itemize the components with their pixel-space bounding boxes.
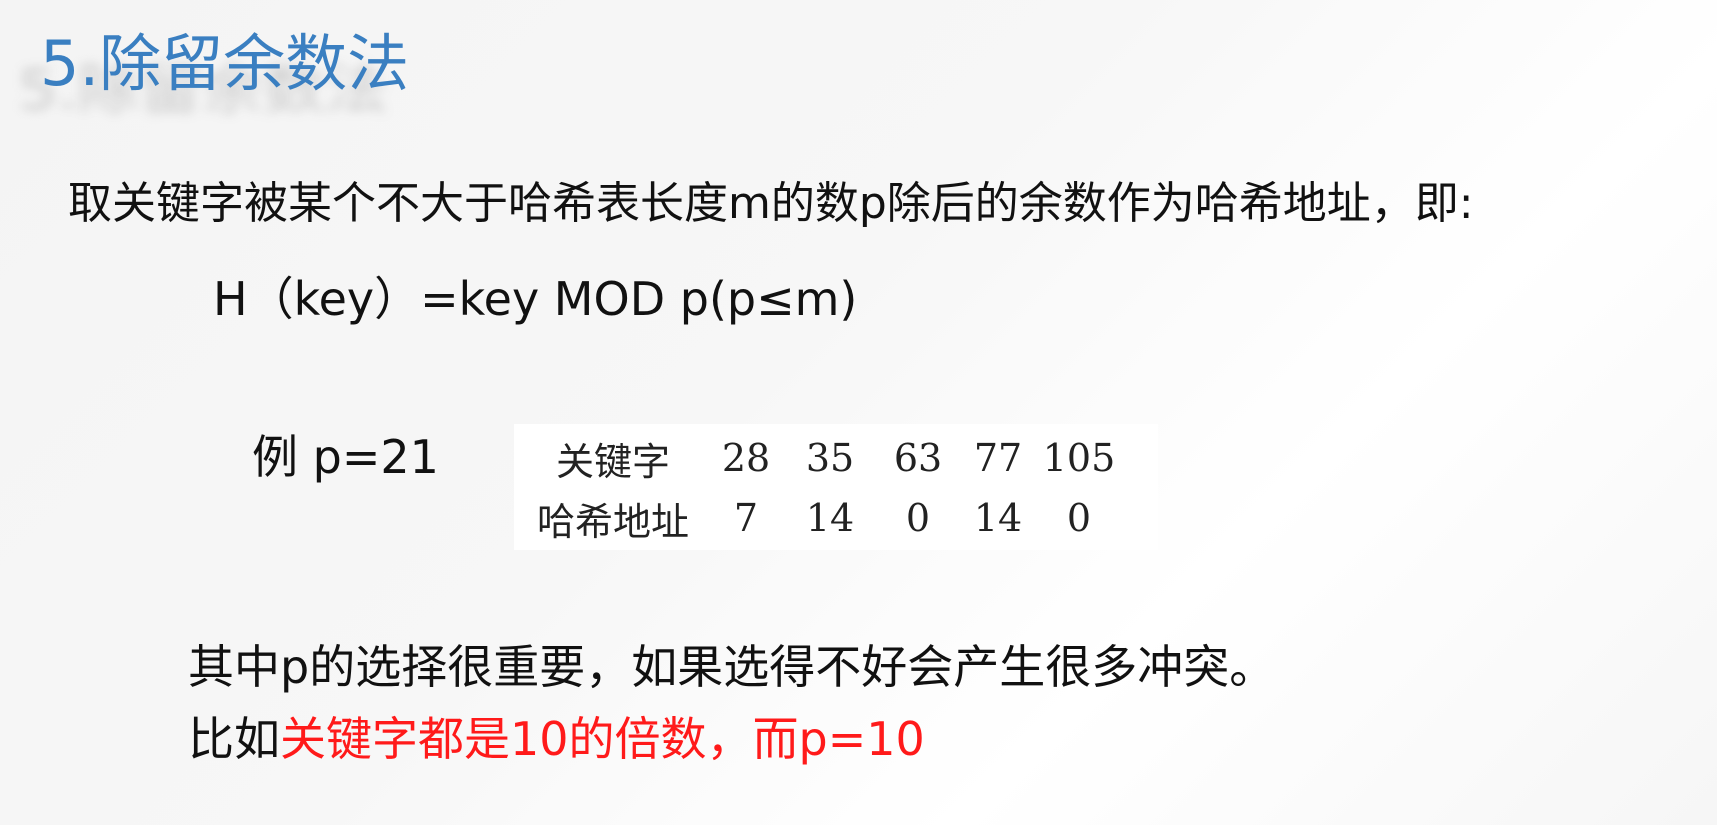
table-cell: 14 xyxy=(805,496,855,540)
note-line-2-highlight: 关键字都是10的倍数，而p=10 xyxy=(280,712,925,766)
table-cell: 0 xyxy=(1066,496,1092,540)
table-cell: 0 xyxy=(905,496,931,540)
row-header-keys: 关键字 xyxy=(555,439,670,484)
example-label: 例 p=21 xyxy=(252,430,439,484)
table-cell: 63 xyxy=(893,436,943,480)
definition-text: 取关键字被某个不大于哈希表长度m的数p除后的余数作为哈希地址，即: xyxy=(68,178,1474,229)
example-table: 关键字 28 35 63 77 105 哈希地址 7 14 0 14 0 xyxy=(518,428,1122,548)
table-row-addresses: 哈希地址 7 14 0 14 0 xyxy=(518,488,1122,548)
table-cell: 35 xyxy=(805,436,855,480)
row-header-addresses: 哈希地址 xyxy=(536,499,689,544)
table-cell: 105 xyxy=(1042,436,1116,480)
title-block: 5.除留余数法 5.除留余数法 xyxy=(18,27,410,122)
table-cell: 77 xyxy=(973,436,1023,480)
note-line-2-prefix: 比如 xyxy=(188,712,280,766)
table-cell: 28 xyxy=(721,436,771,480)
table-cell: 7 xyxy=(733,496,759,540)
note-line-1: 其中p的选择很重要，如果选得不好会产生很多冲突。 xyxy=(188,640,1276,694)
slide: 5.除留余数法 5.除留余数法 取关键字被某个不大于哈希表长度m的数p除后的余数… xyxy=(0,0,1717,825)
hash-formula: H（key）=key MOD p(p≤m) xyxy=(213,272,858,326)
slide-title: 5.除留余数法 xyxy=(40,27,410,100)
note-line-2: 比如关键字都是10的倍数，而p=10 xyxy=(188,712,925,767)
table-cell: 14 xyxy=(973,496,1023,540)
example-table-box: 关键字 28 35 63 77 105 哈希地址 7 14 0 14 0 xyxy=(514,424,1158,550)
table-row-keys: 关键字 28 35 63 77 105 xyxy=(518,428,1122,488)
